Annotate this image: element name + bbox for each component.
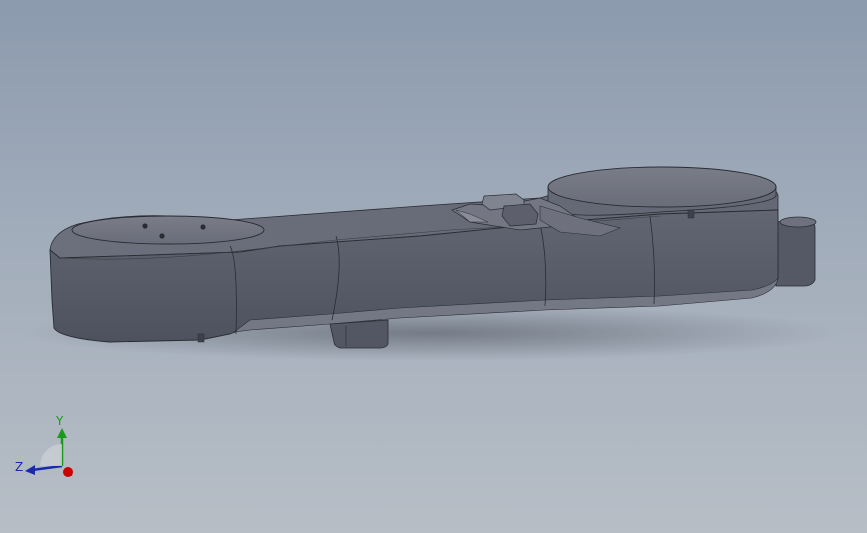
cad-viewport[interactable]: Y Z X [0,0,867,533]
arm-housing-model[interactable] [0,0,867,533]
x-axis-label: X [66,468,73,479]
cap-hole-2 [159,233,165,239]
connector-head [501,203,539,227]
side-boss [775,217,816,287]
side-boss-face [779,216,817,228]
right-cap[interactable] [547,166,777,208]
bottom-mount [329,319,389,349]
cylinder-slot [687,209,695,219]
cap-hole-3 [200,224,206,230]
cap-hole-1 [142,223,148,229]
triad-quadrant [40,444,62,466]
y-axis-arrow [57,428,67,438]
z-axis-label: Z [15,460,23,474]
z-axis-arrow [25,465,35,475]
y-axis-label: Y [55,414,64,428]
orientation-triad[interactable]: Y Z X [10,408,90,488]
z-axis-line [31,464,63,472]
left-cap[interactable] [71,215,265,245]
bottom-notch [197,333,205,343]
